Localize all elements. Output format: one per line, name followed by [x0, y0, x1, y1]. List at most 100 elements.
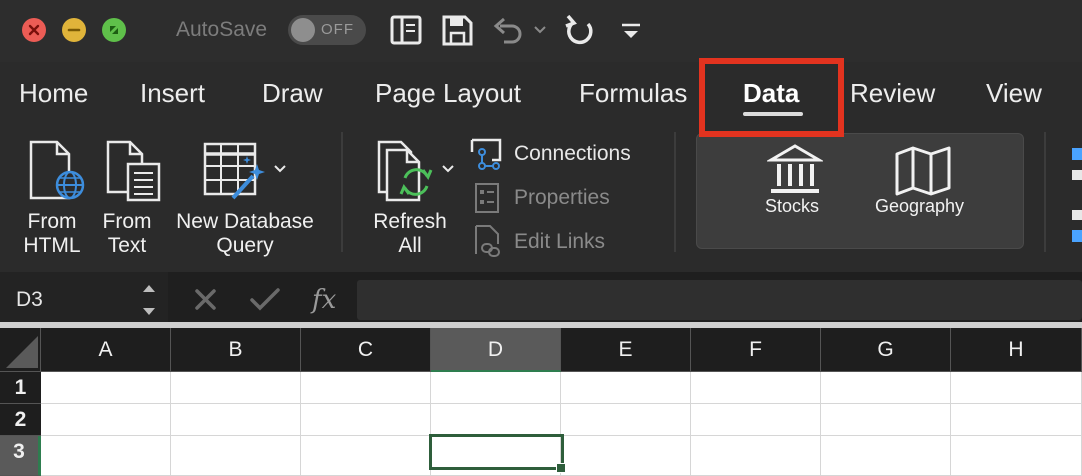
html-document-icon	[29, 140, 85, 200]
cell-b1[interactable]	[171, 372, 301, 404]
sidebar-icon[interactable]	[388, 12, 424, 48]
toggle-knob	[291, 18, 315, 42]
column-header-c[interactable]: C	[301, 328, 431, 372]
cell-b2[interactable]	[171, 404, 301, 436]
cancel-icon[interactable]	[192, 286, 220, 314]
connections-icon	[470, 138, 502, 170]
cell-g1[interactable]	[821, 372, 951, 404]
fullscreen-window-button[interactable]	[102, 18, 126, 42]
svg-text:fx: fx	[310, 285, 337, 315]
formula-bar: D3 fx	[0, 272, 1082, 327]
minimize-window-button[interactable]	[62, 18, 86, 42]
cell-g3[interactable]	[821, 436, 951, 476]
fill-handle[interactable]	[556, 463, 566, 473]
autosave-label: AutoSave	[176, 18, 268, 41]
autosave-state: OFF	[321, 21, 354, 38]
chevron-down-icon[interactable]	[440, 162, 456, 176]
refresh-all-label-2: All	[398, 234, 422, 257]
cell-d2[interactable]	[431, 404, 561, 436]
cell-a3[interactable]	[41, 436, 171, 476]
refresh-all-label-1: Refresh	[373, 210, 447, 233]
from-html-label-2: HTML	[23, 234, 81, 257]
tab-page-layout[interactable]: Page Layout	[375, 78, 521, 109]
geography-label: Geography	[875, 196, 965, 216]
cell-b3[interactable]	[171, 436, 301, 476]
data-tab-highlight-box	[699, 58, 844, 137]
connections-label: Connections	[514, 142, 631, 165]
sort-icon[interactable]	[1070, 144, 1082, 248]
ribbon-separator	[341, 132, 343, 252]
column-header-h[interactable]: H	[951, 328, 1082, 372]
redo-icon[interactable]	[562, 12, 598, 50]
column-header-d[interactable]: D	[431, 328, 561, 372]
from-text-label-2: Text	[107, 234, 147, 257]
cell-e1[interactable]	[561, 372, 691, 404]
select-all-icon	[6, 336, 38, 368]
edit-links-icon	[475, 225, 500, 257]
new-db-query-label-1: New Database	[176, 210, 314, 233]
ribbon-separator	[674, 132, 676, 252]
name-box-stepper-icon[interactable]	[140, 280, 158, 320]
cell-a1[interactable]	[41, 372, 171, 404]
tab-formulas[interactable]: Formulas	[579, 78, 687, 109]
cell-d1[interactable]	[431, 372, 561, 404]
geography-map-icon	[895, 146, 951, 196]
row-header-3[interactable]: 3	[0, 436, 41, 476]
column-header-e[interactable]: E	[561, 328, 691, 372]
enter-check-icon[interactable]	[248, 286, 282, 314]
select-all-button[interactable]	[0, 328, 41, 372]
active-cell-border	[429, 434, 564, 470]
tab-review[interactable]: Review	[850, 78, 935, 109]
chevron-down-icon[interactable]	[272, 162, 288, 176]
refresh-all-icon	[377, 140, 433, 202]
properties-label: Properties	[514, 186, 610, 209]
tab-view[interactable]: View	[986, 78, 1042, 109]
chevron-down-icon[interactable]	[532, 22, 548, 38]
column-header-a[interactable]: A	[41, 328, 171, 372]
tab-insert[interactable]: Insert	[140, 78, 205, 109]
row-header-1[interactable]: 1	[0, 372, 41, 404]
autosave-toggle[interactable]: OFF	[288, 15, 366, 45]
stocks-label: Stocks	[765, 196, 820, 216]
column-header-b[interactable]: B	[171, 328, 301, 372]
name-box[interactable]: D3	[0, 272, 168, 327]
formula-input[interactable]	[357, 280, 1082, 320]
column-header-f[interactable]: F	[691, 328, 821, 372]
row-header-2[interactable]: 2	[0, 404, 41, 436]
text-document-icon	[106, 140, 161, 202]
column-header-g[interactable]: G	[821, 328, 951, 372]
cell-c2[interactable]	[301, 404, 431, 436]
insert-function-icon[interactable]: fx	[310, 282, 346, 318]
cell-c3[interactable]	[301, 436, 431, 476]
cell-h3[interactable]	[951, 436, 1082, 476]
save-icon[interactable]	[440, 12, 474, 48]
cell-e3[interactable]	[561, 436, 691, 476]
minimize-icon	[67, 28, 81, 32]
cell-c1[interactable]	[301, 372, 431, 404]
close-icon	[28, 24, 40, 36]
cell-f3[interactable]	[691, 436, 821, 476]
cell-e2[interactable]	[561, 404, 691, 436]
name-box-value: D3	[16, 288, 43, 311]
cell-f1[interactable]	[691, 372, 821, 404]
cell-f2[interactable]	[691, 404, 821, 436]
customize-toolbar-icon[interactable]	[620, 22, 642, 40]
cell-a2[interactable]	[41, 404, 171, 436]
fullscreen-icon	[110, 26, 118, 34]
cell-g2[interactable]	[821, 404, 951, 436]
data-types-gallery: Stocks Geography	[696, 133, 1024, 249]
cell-h2[interactable]	[951, 404, 1082, 436]
properties-icon	[475, 183, 499, 213]
from-html-label-1: From	[27, 210, 77, 233]
ribbon-separator	[1044, 132, 1046, 252]
title-bar: AutoSave OFF	[0, 0, 1082, 62]
close-window-button[interactable]	[22, 18, 46, 42]
tab-draw[interactable]: Draw	[262, 78, 323, 109]
cell-h1[interactable]	[951, 372, 1082, 404]
tab-home[interactable]: Home	[19, 78, 88, 109]
stocks-bank-icon	[767, 144, 823, 193]
new-db-query-label-2: Query	[216, 234, 274, 257]
undo-icon[interactable]	[490, 12, 526, 48]
edit-links-label: Edit Links	[514, 230, 606, 253]
database-query-wand-icon	[203, 142, 265, 200]
